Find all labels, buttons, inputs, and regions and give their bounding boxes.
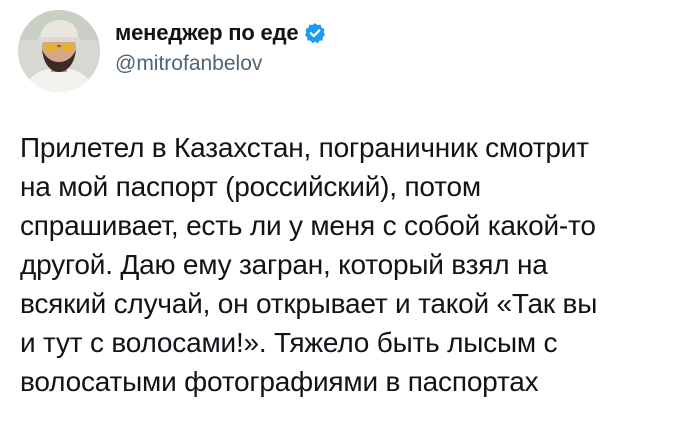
- tweet-text-line: другой. Даю ему загран, который взял на: [20, 249, 548, 280]
- author-handle[interactable]: @mitrofanbelov: [115, 52, 326, 78]
- avatar-photo-icon: [18, 10, 100, 92]
- author-avatar[interactable]: [18, 10, 100, 92]
- author-display-name[interactable]: менеджер по еде: [115, 20, 299, 46]
- tweet-text-line: волосатыми фотографиями в паспортах: [20, 366, 539, 397]
- tweet-header: менеджер по еде @mitrofanbelov: [115, 18, 326, 78]
- tweet-text-line: и тут с волосами!». Тяжело быть лысым с: [20, 327, 558, 358]
- tweet-text: Прилетел в Казахстан, пограничник смотри…: [20, 128, 690, 401]
- tweet-text-line: спрашивает, есть ли у меня с собой какой…: [20, 210, 596, 241]
- verified-badge-icon: [304, 22, 326, 44]
- tweet-card: менеджер по еде @mitrofanbelov Прилетел …: [0, 0, 700, 445]
- tweet-text-line: всякий случай, он открывает и такой «Так…: [20, 288, 598, 319]
- author-name-row: менеджер по еде: [115, 18, 326, 48]
- tweet-text-line: на мой паспорт (российский), потом: [20, 171, 481, 202]
- tweet-text-line: Прилетел в Казахстан, пограничник смотри…: [20, 132, 589, 163]
